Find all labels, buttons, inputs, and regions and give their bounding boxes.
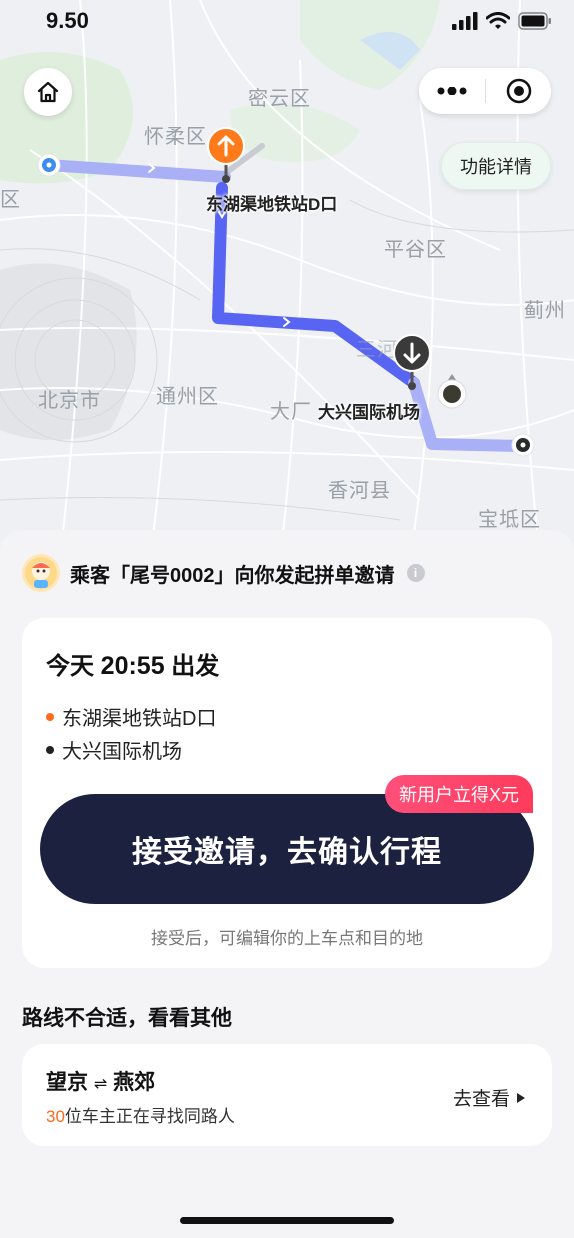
home-icon — [37, 81, 59, 103]
route-to: 燕郊 — [113, 1071, 156, 1094]
view-route-link[interactable]: 去查看 — [453, 1084, 526, 1111]
more-dots-icon — [437, 87, 467, 95]
trip-card: 今天 20:55 出发 东湖渠地铁站D口 大兴国际机场 接受邀请，去确认行程 新… — [22, 618, 552, 968]
depart-suffix: 出发 — [171, 653, 220, 680]
pickup-pin-icon[interactable] — [205, 127, 247, 185]
map-label: 北京市 — [38, 390, 101, 412]
bottom-sheet: 乘客「尾号0002」向你发起拼单邀请 i 今天 20:55 出发 东湖渠地铁站D… — [0, 530, 574, 1238]
info-icon[interactable]: i — [406, 564, 425, 582]
dropoff-label: 大兴国际机场 — [318, 403, 420, 422]
depart-time-value: 20:55 — [100, 652, 165, 680]
battery-icon — [518, 12, 551, 30]
caret-right-icon — [517, 1092, 525, 1103]
dropoff-pin-icon[interactable] — [391, 334, 433, 392]
map-label: 怀柔区 — [144, 126, 207, 148]
origin-dot-icon — [46, 712, 54, 721]
other-routes-title: 路线不合适，看看其他 — [22, 1007, 232, 1030]
departure-time: 今天 20:55 出发 — [46, 646, 219, 681]
home-button[interactable] — [24, 68, 72, 116]
home-indicator — [180, 1217, 394, 1224]
target-circle-icon — [506, 78, 531, 104]
depart-prefix: 今天 — [46, 653, 94, 680]
accept-hint: 接受后，可编辑你的上车点和目的地 — [151, 929, 423, 948]
map-label: 蓟州 — [524, 300, 566, 322]
map-label: 密云区 — [248, 88, 311, 110]
function-details-button[interactable]: 功能详情 — [441, 142, 551, 190]
destination-dot-icon — [46, 745, 54, 754]
destination-marker-icon — [511, 433, 535, 457]
swap-arrows-icon: ⇌ — [93, 1076, 108, 1093]
route-title: 望京 ⇌ 燕郊 — [46, 1066, 155, 1096]
view-route-label: 去查看 — [452, 1089, 510, 1110]
close-miniprogram-button[interactable] — [486, 68, 551, 114]
wifi-icon — [486, 12, 510, 29]
map-label: 平谷区 — [384, 239, 447, 261]
invite-header: 乘客「尾号0002」向你发起拼单邀请 i — [22, 554, 425, 592]
trip-origin: 东湖渠地铁站D口 — [46, 702, 216, 731]
miniprogram-capsule — [419, 68, 551, 114]
map-label: 区 — [0, 189, 21, 211]
status-time: 9.50 — [46, 8, 89, 33]
pickup-label: 东湖渠地铁站D口 — [206, 195, 338, 214]
avatar — [22, 554, 60, 592]
route-driver-count: 30位车主正在寻找同路人 — [46, 1102, 235, 1127]
other-route-card[interactable]: 望京 ⇌ 燕郊 30位车主正在寻找同路人 去查看 — [22, 1044, 552, 1146]
invite-message: 乘客「尾号0002」向你发起拼单邀请 — [70, 564, 395, 587]
origin-text: 东湖渠地铁站D口 — [62, 708, 217, 730]
map-label: 香河县 — [328, 480, 391, 502]
new-user-badge: 新用户立得X元 — [385, 775, 534, 813]
status-bar: 9.50 — [0, 0, 574, 44]
map-view[interactable]: 密云区 怀柔区 平谷区 蓟州 北京市 通州区 三河市 大厂 香河县 宝坻区 区 … — [0, 0, 574, 560]
route-from: 望京 — [46, 1071, 88, 1094]
destination-text: 大兴国际机场 — [62, 741, 182, 763]
driver-count-text: 位车主正在寻找同路人 — [64, 1107, 235, 1126]
map-label: 宝坻区 — [478, 509, 541, 531]
driver-count-number: 30 — [46, 1107, 65, 1126]
cellular-signal-icon — [452, 12, 478, 30]
map-label: 通州区 — [156, 386, 219, 408]
trip-destination: 大兴国际机场 — [46, 735, 182, 764]
map-label: 大厂 — [270, 401, 312, 423]
current-location-icon — [437, 374, 467, 409]
more-button[interactable] — [419, 68, 485, 114]
passenger-avatar-icon — [25, 557, 57, 589]
origin-marker-icon — [37, 153, 61, 177]
